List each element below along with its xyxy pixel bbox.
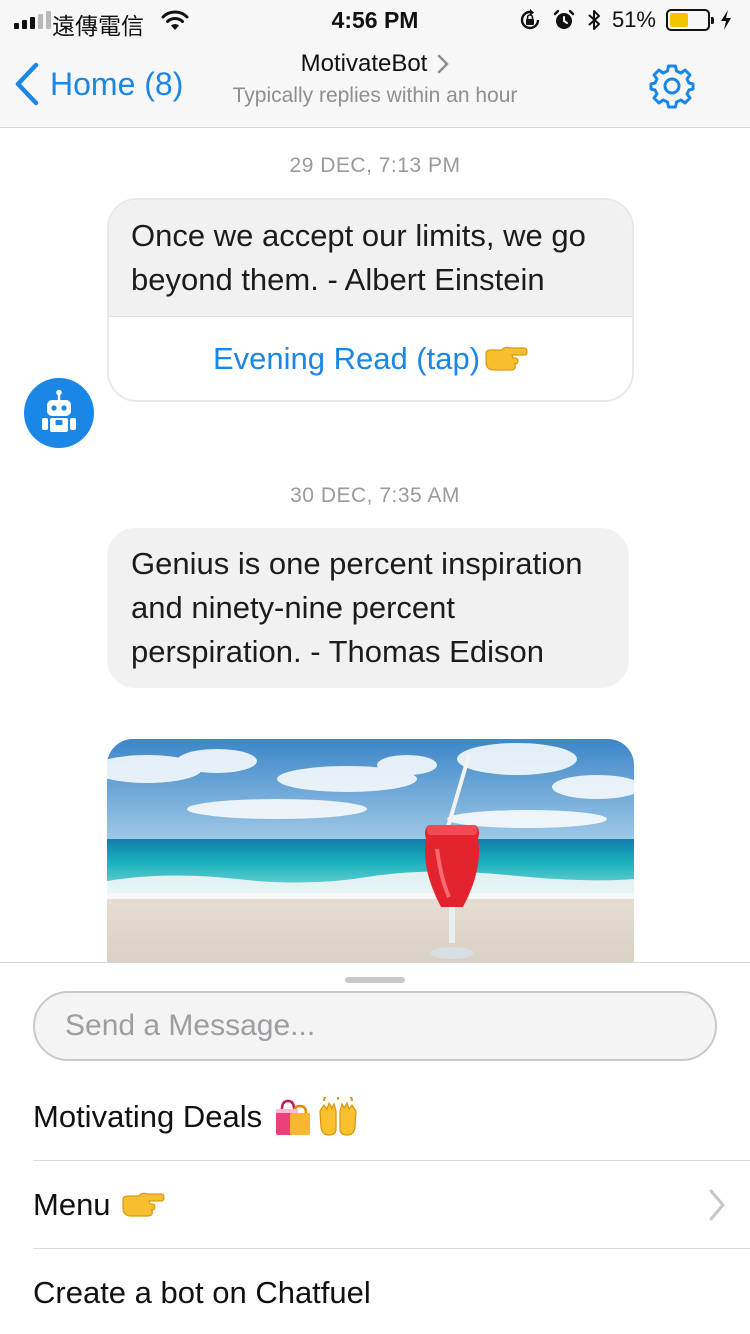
menu-item-motivating-deals[interactable]: Motivating Deals <box>33 1073 750 1161</box>
menu-item-menu[interactable]: Menu <box>33 1161 750 1249</box>
message-text: Genius is one percent inspiration and ni… <box>131 546 583 669</box>
menu-emoji <box>121 1190 165 1220</box>
battery-fill <box>670 13 688 27</box>
battery-icon <box>666 9 714 31</box>
raised-hands-icon <box>319 1096 357 1136</box>
gear-icon[interactable] <box>646 60 698 112</box>
top-bar: 遠傳電信 4:56 PM 51% Home (8) MotivateBot Ty… <box>0 0 750 128</box>
pointing-hand-icon <box>485 346 528 371</box>
back-label: Home (8) <box>50 65 184 102</box>
menu-item-label: Menu <box>33 1186 111 1222</box>
composer-panel: Motivating Deals Menu <box>0 962 750 1334</box>
battery-percent: 51% <box>611 7 656 32</box>
reply-time-subtitle: Typically replies within an hour <box>232 84 518 107</box>
drag-handle[interactable] <box>345 977 405 983</box>
chevron-right-icon <box>438 54 450 74</box>
message-bubble: Genius is one percent inspiration and ni… <box>107 528 629 688</box>
status-bar: 遠傳電信 4:56 PM 51% <box>0 0 750 40</box>
menu-item-create-bot[interactable]: Create a bot on Chatfuel <box>33 1249 750 1334</box>
status-right-group: 51% <box>518 6 732 34</box>
beach-photo-illustration <box>107 739 634 962</box>
conversation-header[interactable]: MotivateBot Typically replies within an … <box>200 50 550 108</box>
robot-icon <box>42 389 76 432</box>
shopping-bags-icon <box>276 1099 311 1135</box>
message-card: Once we accept our limits, we go beyond … <box>107 198 634 402</box>
bot-avatar[interactable] <box>24 378 94 448</box>
deals-emoji <box>272 1096 360 1137</box>
button-label: Evening Read (tap) <box>212 340 481 376</box>
timestamp: 30 DEC, 7:35 AM <box>290 484 460 507</box>
message-input[interactable] <box>33 991 717 1061</box>
charging-icon <box>721 10 731 30</box>
bot-title[interactable]: MotivateBot <box>301 50 450 78</box>
conversation[interactable]: 29 DEC, 7:13 PM Once we accept our limit… <box>0 128 750 962</box>
evening-read-button[interactable]: Evening Read (tap) <box>109 316 632 400</box>
bot-name: MotivateBot <box>300 50 428 77</box>
back-button[interactable]: Home (8) <box>14 62 183 106</box>
chevron-right-icon <box>709 1189 725 1221</box>
pointing-hand-icon <box>121 1192 165 1217</box>
rotation-lock-icon <box>520 9 540 30</box>
menu-item-label: Motivating Deals <box>33 1098 263 1134</box>
beach-cocktail-image[interactable] <box>107 739 634 962</box>
chevron-left-icon <box>15 62 39 106</box>
message-text: Once we accept our limits, we go beyond … <box>109 200 632 316</box>
bluetooth-icon <box>588 10 600 30</box>
alarm-icon <box>553 9 575 29</box>
timestamp: 29 DEC, 7:13 PM <box>289 154 461 177</box>
menu-item-label: Create a bot on Chatfuel <box>33 1274 371 1310</box>
